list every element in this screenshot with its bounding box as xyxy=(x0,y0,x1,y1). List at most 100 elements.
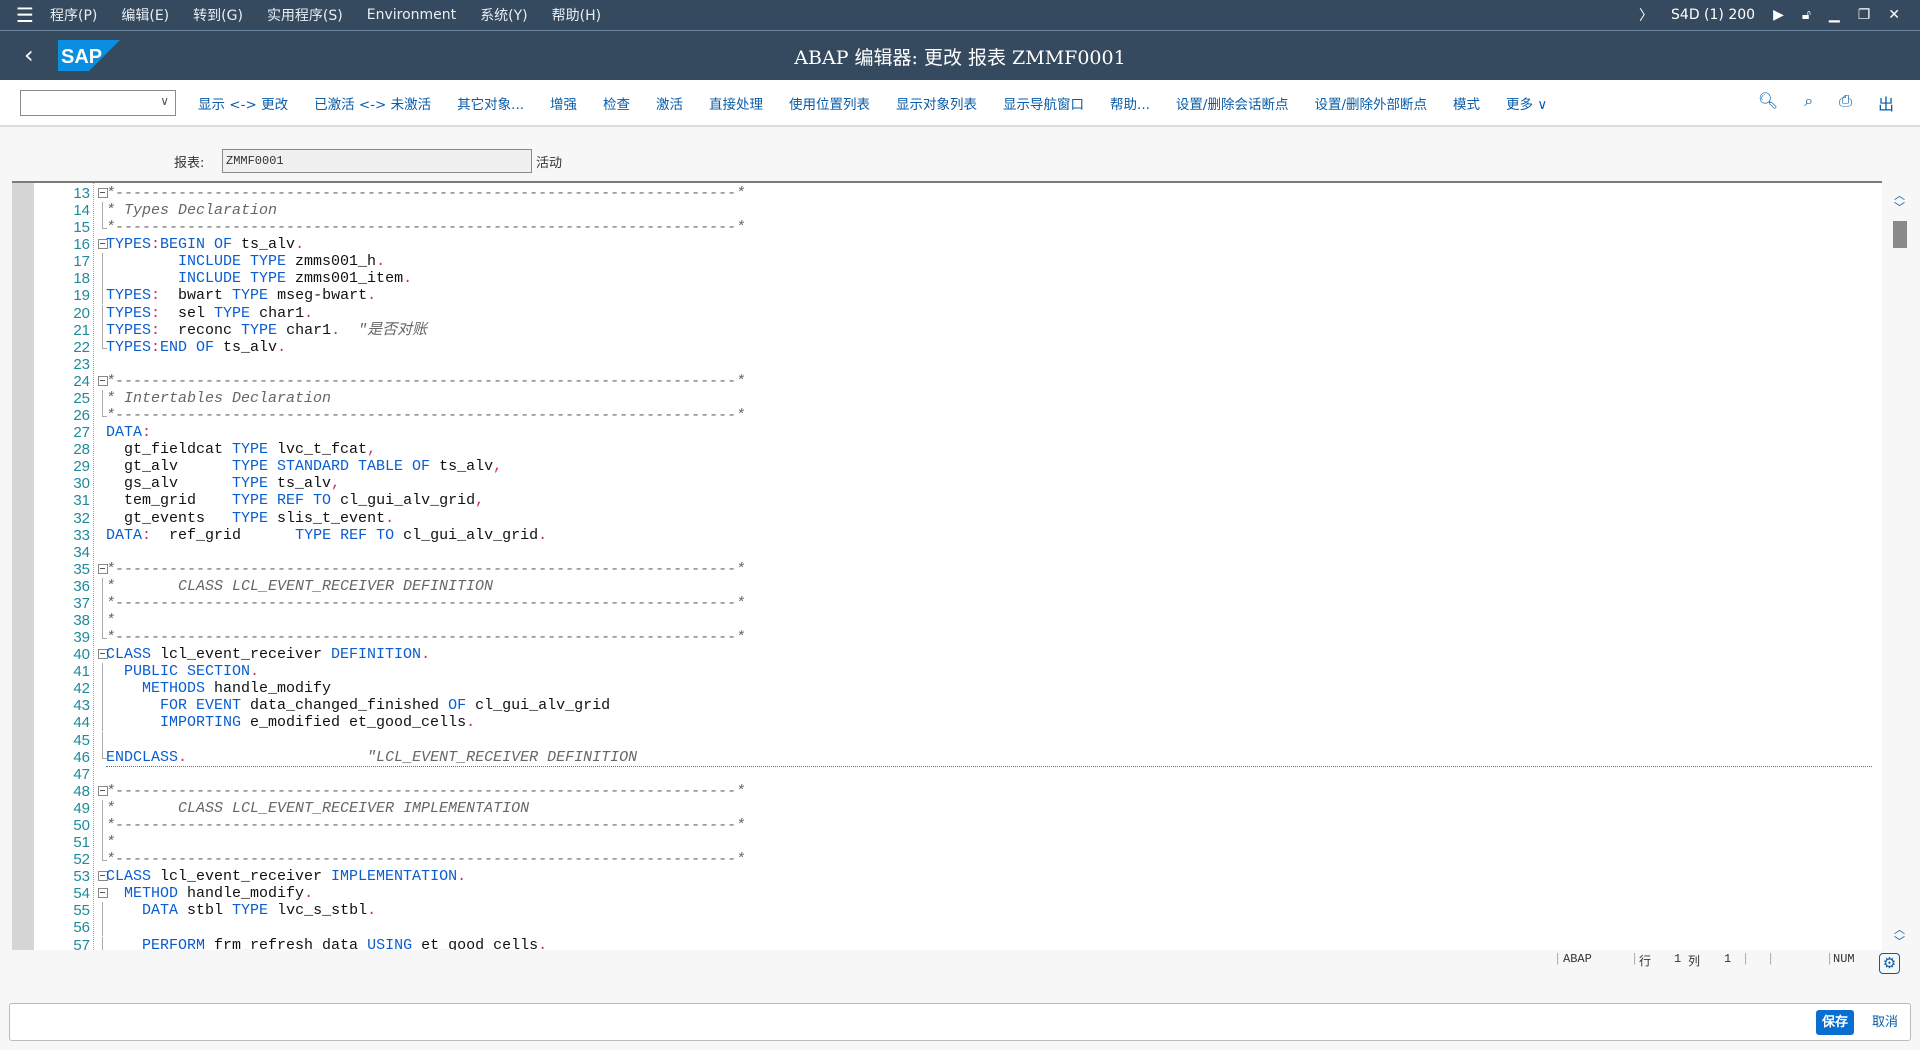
direct-processing-button[interactable]: 直接处理 xyxy=(709,93,763,113)
line-number: 35 xyxy=(73,560,90,578)
code-line[interactable]: 50 *-------------------------------------… xyxy=(12,816,1872,834)
where-used-button[interactable]: 使用位置列表 xyxy=(789,93,870,113)
code-line[interactable]: 14 * Types Declaration xyxy=(12,202,1872,220)
code-line[interactable]: 49 * CLASS LCL_EVENT_RECEIVER IMPLEMENTAT… xyxy=(12,799,1872,817)
code-line[interactable]: 28 gt_fieldcat TYPE lvc_t_fcat, xyxy=(12,441,1872,458)
other-object-button[interactable]: 其它对象... xyxy=(457,93,524,113)
code-line[interactable]: 30 gs_alv TYPE ts_alv, xyxy=(12,475,1872,492)
code-line[interactable]: 21 TYPES: reconc TYPE char1. "是否对账 xyxy=(12,321,1872,339)
code-line[interactable]: 26 *-------------------------------------… xyxy=(12,407,1872,424)
check-button[interactable]: 检查 xyxy=(603,93,630,113)
save-button[interactable]: 保存 xyxy=(1816,1010,1854,1035)
code-line[interactable]: 13 *-------------------------------------… xyxy=(12,185,1872,202)
scroll-down-icon[interactable]: ﹀ xyxy=(1894,199,1905,215)
session-breakpoint-button[interactable]: 设置/删除会话断点 xyxy=(1176,93,1289,113)
code-line[interactable]: 39 *-------------------------------------… xyxy=(12,629,1872,646)
code-line[interactable]: 19 TYPES: bwart TYPE mseg-bwart. xyxy=(12,287,1872,305)
code-line[interactable]: 24 *-------------------------------------… xyxy=(12,373,1872,390)
punctuation-token: , xyxy=(493,458,503,476)
menu-goto[interactable]: 转到(G) xyxy=(193,5,243,25)
play-icon[interactable]: ▶ xyxy=(1773,7,1784,23)
code-line[interactable]: 27 DATA: xyxy=(12,424,1872,441)
code-line[interactable]: 38 * xyxy=(12,612,1872,629)
comment-token: *---------------------------------------… xyxy=(106,219,746,237)
code-line[interactable]: 15 *-------------------------------------… xyxy=(12,219,1872,236)
active-inactive-button[interactable]: 已激活 <-> 未激活 xyxy=(314,93,431,113)
menu-utilities[interactable]: 实用程序(S) xyxy=(267,5,343,25)
external-breakpoint-button[interactable]: 设置/删除外部断点 xyxy=(1314,93,1427,113)
display-change-button[interactable]: 显示 <-> 更改 xyxy=(198,93,288,113)
code-line[interactable]: 57 PERFORM frm_refresh_data USING et_goo… xyxy=(12,936,1872,950)
hamburger-menu-icon[interactable]: ☰ xyxy=(0,3,50,27)
code-line[interactable]: 18 INCLUDE TYPE zmms001_item. xyxy=(12,270,1872,288)
help-button[interactable]: 帮助... xyxy=(1110,93,1150,113)
code-line[interactable]: 37 *-------------------------------------… xyxy=(12,594,1872,612)
menu-edit[interactable]: 编辑(E) xyxy=(121,5,169,25)
code-line[interactable]: 35 *-------------------------------------… xyxy=(12,561,1872,578)
unlock-icon[interactable]: 🔓︎ xyxy=(1802,7,1811,23)
object-list-button[interactable]: 显示对象列表 xyxy=(896,93,977,113)
code-line[interactable]: 48 *-------------------------------------… xyxy=(12,783,1872,800)
identifier-token: lcl_event_receiver xyxy=(151,868,332,886)
code-line[interactable]: 17 INCLUDE TYPE zmms001_h. xyxy=(12,253,1872,271)
print-icon[interactable]: ⎙ xyxy=(1839,91,1852,115)
code-line[interactable]: 33 DATA: ref_grid TYPE REF TO cl_gui_alv_… xyxy=(12,527,1872,544)
settings-gear-icon[interactable]: ⚙ xyxy=(1879,953,1900,974)
search-icon[interactable]: 🔍︎ xyxy=(1758,91,1778,115)
menu-help[interactable]: 帮助(H) xyxy=(552,5,601,25)
cancel-button[interactable]: 取消 xyxy=(1872,1010,1898,1035)
menu-environment[interactable]: Environment xyxy=(367,7,456,23)
code-line[interactable]: 29 gt_alv TYPE STANDARD TABLE OF ts_alv, xyxy=(12,458,1872,475)
code-line[interactable]: 36 * CLASS LCL_EVENT_RECEIVER DEFINITION xyxy=(12,577,1872,595)
code-line[interactable]: 16 TYPES:BEGIN OF ts_alv. xyxy=(12,236,1872,253)
code-line[interactable]: 45 xyxy=(12,731,1872,749)
menu-system[interactable]: 系统(Y) xyxy=(480,5,527,25)
code-line[interactable]: 22 TYPES:END OF ts_alv. xyxy=(12,338,1872,356)
code-editor[interactable]: 13 *-------------------------------------… xyxy=(12,181,1882,950)
identifier-token: lvc_t_fcat xyxy=(268,441,368,459)
activate-button[interactable]: 激活 xyxy=(656,93,683,113)
code-line[interactable]: 53 CLASS lcl_event_receiver IMPLEMENTATIO… xyxy=(12,868,1872,885)
enhance-button[interactable]: 增强 xyxy=(550,93,577,113)
command-bar[interactable]: 保存 取消 xyxy=(9,1003,1911,1041)
code-line[interactable]: 44 IMPORTING e_modified et_good_cells. xyxy=(12,714,1872,732)
code-line[interactable]: 47 xyxy=(12,766,1872,783)
vertical-scrollbar[interactable]: ︿ ﹀ ︿ ﹀ xyxy=(1892,181,1908,950)
minimize-icon[interactable]: ▁ xyxy=(1829,7,1840,23)
code-line[interactable]: 51 * xyxy=(12,834,1872,852)
line-number: 48 xyxy=(73,782,90,800)
code-line[interactable]: 34 xyxy=(12,544,1872,561)
code-line[interactable]: 54 METHOD handle_modify. xyxy=(12,885,1872,902)
pattern-button[interactable]: 模式 xyxy=(1453,93,1480,113)
restore-icon[interactable]: ❐ xyxy=(1858,7,1871,23)
code-line[interactable]: 31 tem_grid TYPE REF TO cl_gui_alv_grid, xyxy=(12,492,1872,509)
close-icon[interactable]: ✕ xyxy=(1888,7,1900,23)
keyword-token: TYPE xyxy=(232,902,269,920)
code-line[interactable]: 55 DATA stbl TYPE lvc_s_stbl. xyxy=(12,902,1872,920)
code-line[interactable]: 23 xyxy=(12,356,1872,373)
keyword-token: IMPORTING xyxy=(160,714,242,732)
page-down-icon[interactable]: ﹀ xyxy=(1894,933,1905,949)
code-line[interactable]: 40 CLASS lcl_event_receiver DEFINITION. xyxy=(12,646,1872,663)
exit-icon[interactable]: 出 xyxy=(1878,91,1894,115)
code-line[interactable]: 25 * Intertables Declaration xyxy=(12,389,1872,407)
menu-program[interactable]: 程序(P) xyxy=(50,5,97,25)
search-next-icon[interactable]: ⌕ xyxy=(1804,91,1813,115)
code-text: *---------------------------------------… xyxy=(106,595,745,612)
scroll-thumb[interactable] xyxy=(1893,221,1907,248)
punctuation-token: . xyxy=(331,321,341,339)
code-line[interactable]: 32 gt_events TYPE slis_t_event. xyxy=(12,510,1872,527)
code-line[interactable]: 52 *-------------------------------------… xyxy=(12,851,1872,868)
more-button[interactable]: 更多 ∨ xyxy=(1506,93,1547,113)
command-dropdown[interactable]: ∨ xyxy=(20,89,176,116)
navigation-window-button[interactable]: 显示导航窗口 xyxy=(1003,93,1084,113)
chevron-right-icon[interactable]: 〉 xyxy=(1639,5,1653,25)
report-name-field[interactable]: ZMMF0001 xyxy=(222,149,532,173)
code-line[interactable]: 20 TYPES: sel TYPE char1. xyxy=(12,304,1872,322)
line-number: 43 xyxy=(73,697,90,715)
code-line[interactable]: 41 PUBLIC SECTION. xyxy=(12,663,1872,681)
code-line[interactable]: 43 FOR EVENT data_changed_finished OF cl… xyxy=(12,697,1872,715)
code-line[interactable]: 46 ENDCLASS. "LCL_EVENT_RECEIVER DEFINITI… xyxy=(12,748,1872,767)
code-line[interactable]: 42 METHODS handle_modify xyxy=(12,680,1872,698)
code-line[interactable]: 56 xyxy=(12,919,1872,937)
